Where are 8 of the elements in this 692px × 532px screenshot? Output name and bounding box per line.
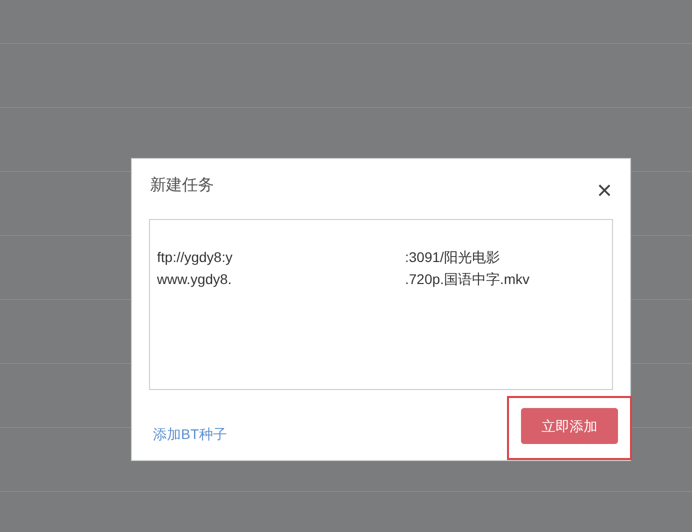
close-button[interactable]: × <box>596 177 612 203</box>
url-text: .720p.国语中字.mkv <box>405 270 530 289</box>
url-text: :3091/阳光电影 <box>405 248 500 267</box>
dialog-title: 新建任务 <box>150 176 214 196</box>
url-text: www.ygdy8. <box>157 270 233 289</box>
url-text: ftp://ygdy8:y <box>157 248 234 267</box>
add-now-button[interactable]: 立即添加 <box>521 408 618 444</box>
url-text-area[interactable]: ftp://ygdy8:y :3091/阳光电影 www.ygdy8. .720p.国语中字.mkv <box>149 219 613 390</box>
